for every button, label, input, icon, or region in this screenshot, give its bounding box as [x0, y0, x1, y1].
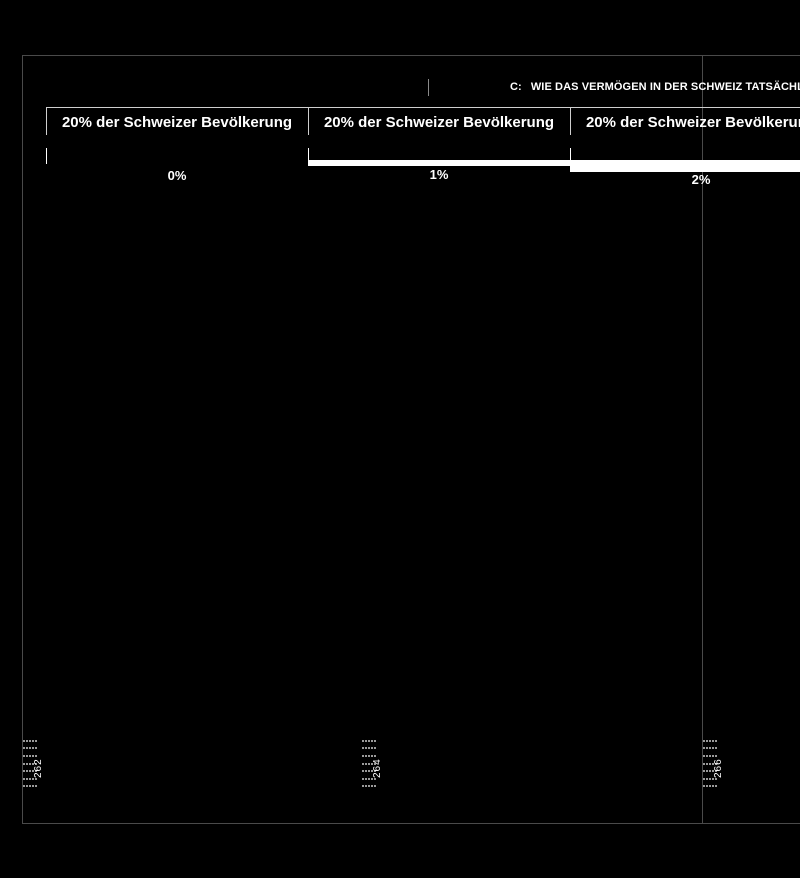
header-line: [46, 107, 800, 108]
chart-title-key: C:: [510, 81, 522, 93]
category-label-1: 20% der Schweizer Bevölkerung: [323, 114, 555, 131]
bar-tick-0: [46, 148, 47, 164]
page-marker-1: 264: [362, 740, 383, 788]
page-marker-0: 262: [23, 740, 44, 788]
chart-title-text: WIE DAS VERMÖGEN IN DER SCHWEIZ TATSÄCHL: [530, 81, 800, 93]
page-number-1: 264: [372, 758, 383, 778]
chart-title: C: WIE DAS VERMÖGEN IN DER SCHWEIZ TATSÄC…: [510, 81, 800, 93]
page-number-0: 262: [33, 758, 44, 778]
category-label-2: 20% der Schweizer Bevölkerung: [585, 114, 800, 131]
category-label-0: 20% der Schweizer Bevölkerung: [61, 114, 293, 131]
value-label-1: 1%: [429, 167, 449, 182]
page-number-2: 266: [713, 758, 724, 778]
page-marker-2: 266: [703, 740, 724, 788]
value-label-2: 2%: [691, 172, 711, 187]
value-label-0: 0%: [167, 168, 187, 183]
bar-2: [570, 160, 800, 172]
title-tick: [428, 79, 429, 96]
bar-1: [308, 160, 570, 166]
